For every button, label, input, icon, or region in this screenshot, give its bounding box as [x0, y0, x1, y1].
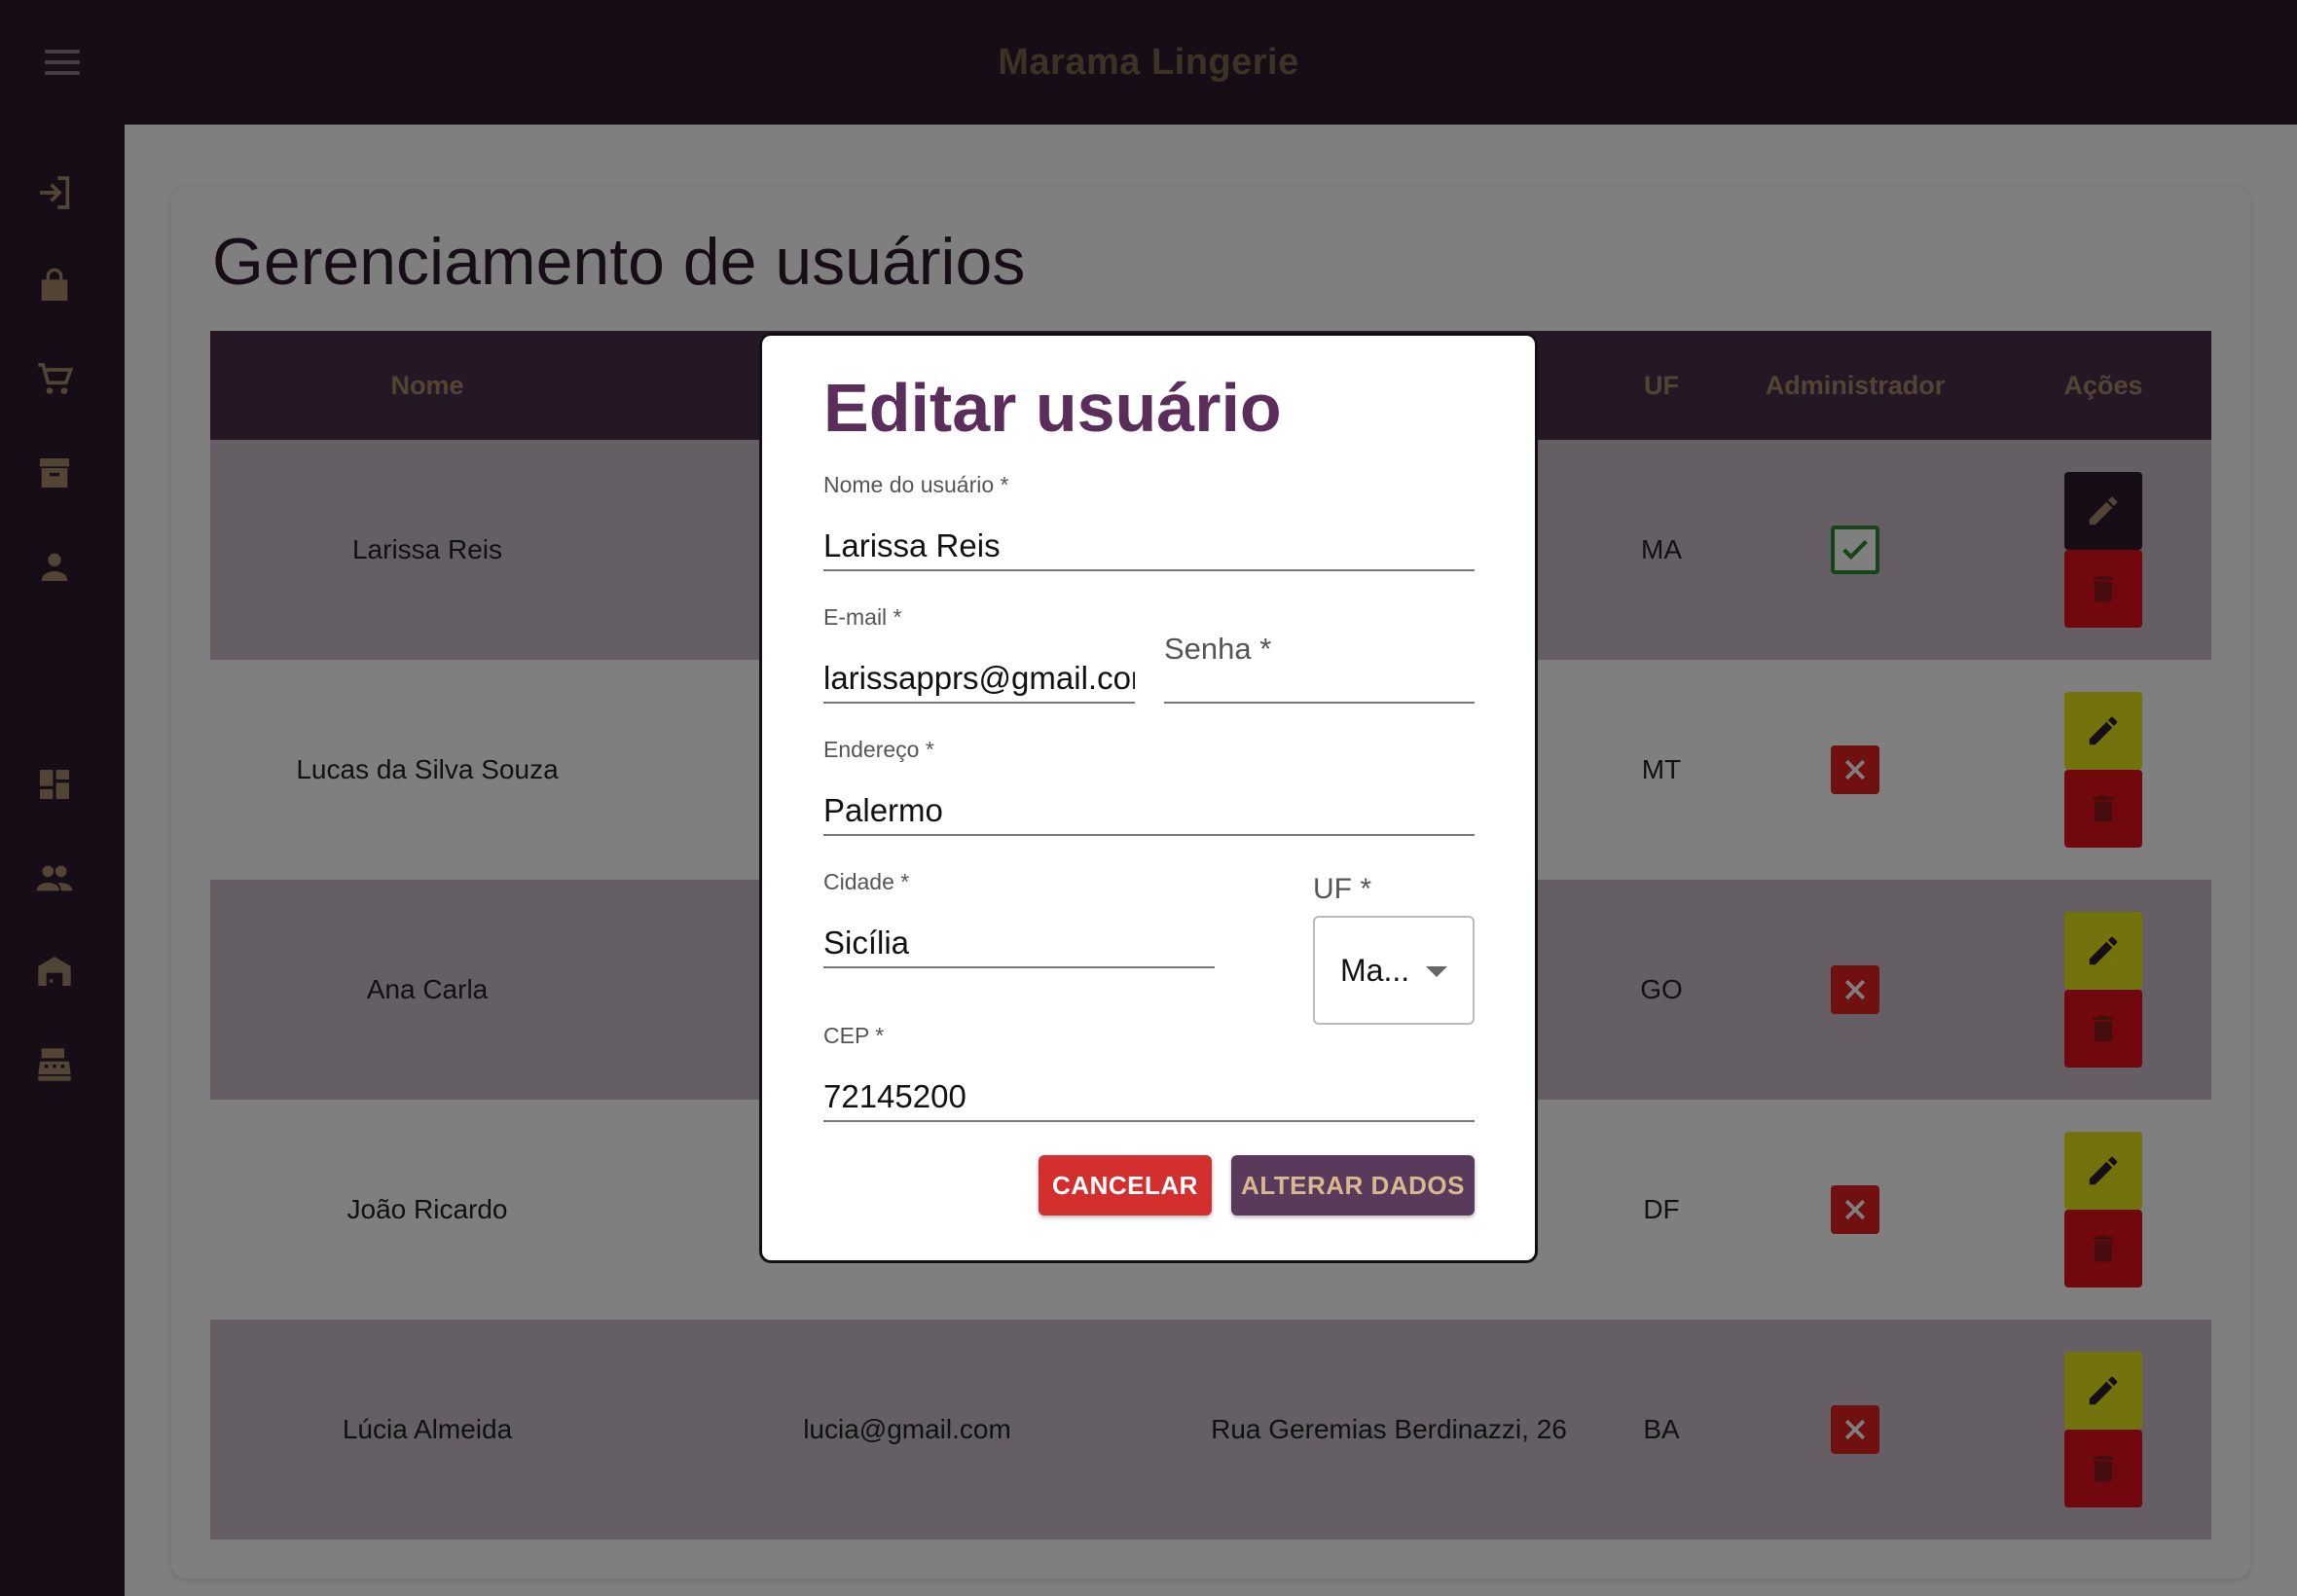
address-field[interactable]: Endereço * Palermo — [823, 737, 1475, 836]
city-input[interactable]: Sicília — [823, 925, 1215, 961]
address-input[interactable]: Palermo — [823, 792, 1475, 829]
dialog-title: Editar usuário — [823, 370, 1282, 446]
cep-label: CEP * — [823, 1023, 885, 1048]
address-label: Endereço * — [823, 737, 934, 762]
city-field[interactable]: Cidade * Sicília — [823, 869, 1215, 968]
edit-user-dialog: Editar usuário Nome do usuário * Larissa… — [759, 333, 1538, 1263]
cep-input[interactable]: 72145200 — [823, 1078, 1475, 1115]
save-changes-button[interactable]: ALTERAR DADOS — [1231, 1155, 1475, 1215]
password-label: Senha * — [1164, 632, 1272, 666]
caret-down-icon — [1426, 966, 1447, 977]
uf-select[interactable]: Ma... — [1313, 916, 1475, 1025]
email-field[interactable]: E-mail * larissapprs@gmail.com — [823, 604, 1135, 704]
city-label: Cidade * — [823, 869, 910, 894]
uf-selected-value: Ma... — [1340, 952, 1410, 988]
name-field[interactable]: Nome do usuário * Larissa Reis — [823, 472, 1475, 571]
name-label: Nome do usuário * — [823, 472, 1009, 497]
email-label: E-mail * — [823, 604, 902, 630]
name-input[interactable]: Larissa Reis — [823, 527, 1475, 564]
password-field[interactable]: Senha * — [1164, 604, 1475, 704]
cancel-button[interactable]: CANCELAR — [1039, 1155, 1212, 1215]
cep-field[interactable]: CEP * 72145200 — [823, 1023, 1475, 1122]
email-input[interactable]: larissapprs@gmail.com — [823, 660, 1135, 697]
uf-label: UF * — [1313, 873, 1371, 905]
